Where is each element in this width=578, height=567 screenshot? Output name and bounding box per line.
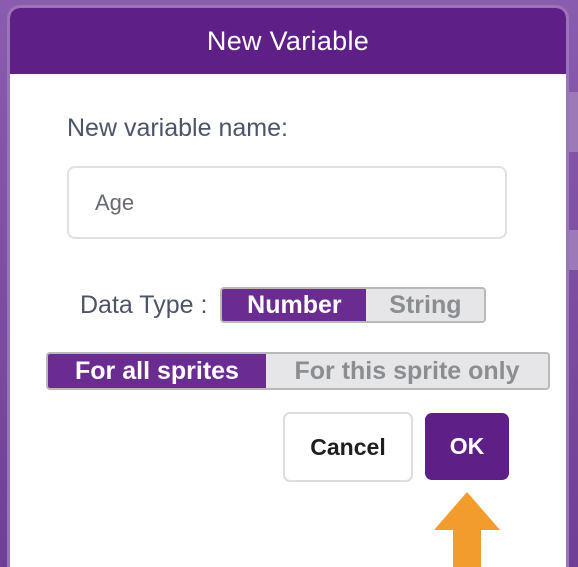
new-variable-dialog: New Variable New variable name: Data Typ… [10, 8, 566, 567]
scope-this-sprite-option[interactable]: For this sprite only [266, 354, 548, 388]
variable-scope-row: For all sprites For this sprite only [46, 352, 550, 390]
ok-button[interactable]: OK [425, 413, 509, 480]
dialog-title: New Variable [206, 25, 370, 56]
cancel-button[interactable]: Cancel [283, 412, 413, 482]
variable-name-label: New variable name: [67, 114, 288, 142]
data-type-string-option[interactable]: String [366, 289, 485, 321]
data-type-row: Data Type : Number String [80, 287, 487, 323]
variable-scope-toggle: For all sprites For this sprite only [46, 352, 550, 390]
data-type-number-option[interactable]: Number [222, 289, 367, 321]
scope-all-sprites-option[interactable]: For all sprites [48, 354, 266, 388]
up-arrow-icon [434, 492, 500, 567]
variable-name-input[interactable] [67, 166, 507, 239]
data-type-label: Data Type : [80, 290, 208, 319]
dialog-header: New Variable [10, 8, 566, 74]
data-type-toggle: Number String [220, 287, 487, 323]
